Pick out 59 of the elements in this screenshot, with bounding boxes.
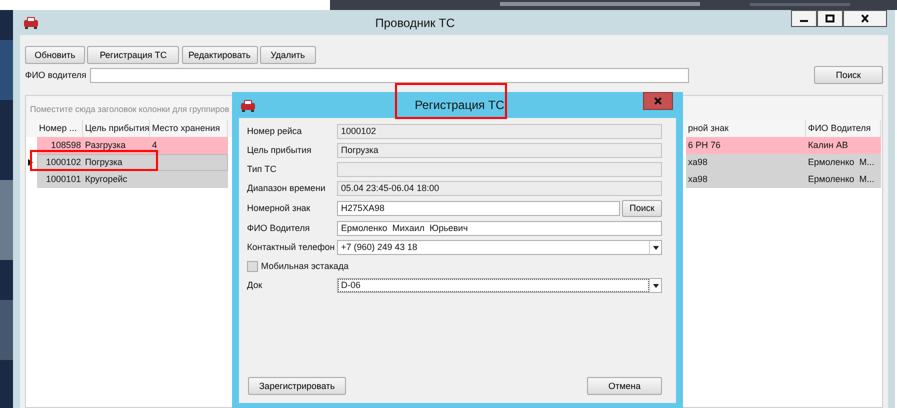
dropdown-field[interactable]: +7 (960) 249 43 18: [337, 240, 662, 255]
toolbar-button[interactable]: Редактировать: [182, 46, 258, 64]
search-button[interactable]: Поиск: [814, 66, 883, 84]
register-button[interactable]: Зарегистрировать: [248, 377, 346, 395]
table-cell-text: Кругорейс: [84, 172, 128, 186]
minimize-button[interactable]: [791, 10, 817, 27]
field-label: Цель прибытия: [247, 144, 312, 157]
toolbar-button[interactable]: Обновить: [25, 46, 85, 64]
table-cell-text: 6 PH 76: [687, 138, 722, 152]
checkbox[interactable]: [247, 261, 258, 272]
field-label: Контактный телефон: [247, 240, 336, 254]
readonly-field: Погрузка: [337, 143, 662, 158]
table-row[interactable]: 6 PH 76 Калин АВ: [686, 137, 881, 154]
maximize-icon: [825, 14, 835, 23]
field-label: Док: [247, 278, 264, 292]
field-label: Номер рейса: [247, 124, 303, 138]
car-icon: [240, 98, 256, 112]
cancel-button[interactable]: Отмена: [587, 377, 662, 395]
table-row[interactable]: 108598 Разгрузка 4: [37, 137, 228, 154]
table-row[interactable]: 1000101 Кругорейс: [37, 171, 228, 188]
table-cell-text: 1000101: [44, 172, 82, 186]
field-label: ФИО Водителя: [247, 222, 311, 235]
table-cell-text: Погрузка: [84, 156, 124, 169]
table-cell-text: Ермоленко М...: [807, 172, 876, 186]
window-title: Проводник ТС: [374, 14, 456, 32]
table-cell-text: Калин АВ: [807, 138, 850, 152]
field-label: Диапазон времени: [247, 182, 326, 195]
table-cell-text: 1000102: [44, 156, 82, 169]
dropdown-field[interactable]: D-06: [337, 278, 662, 293]
toolbar-button[interactable]: Удалить: [260, 46, 316, 64]
checkbox-label: Мобильная эстакада: [261, 260, 349, 273]
input-field[interactable]: H275XA98: [337, 201, 620, 216]
search-button[interactable]: Поиск: [622, 200, 662, 217]
table-cell-text: 108598: [50, 138, 82, 152]
caret-icon: [652, 284, 658, 288]
close-icon: [654, 97, 662, 105]
input-field[interactable]: Ермоленко Михаил Юрьевич: [337, 221, 662, 236]
table-cell-text: 4: [151, 138, 158, 152]
dialog-title: Регистрация ТС: [414, 97, 504, 114]
toolbar-button[interactable]: Регистрация ТС: [87, 46, 180, 64]
table-cell-text: Ермоленко М...: [807, 156, 876, 169]
table-row[interactable]: xa98 Ермоленко М...: [686, 171, 881, 188]
table-cell-text: xa98: [687, 156, 709, 169]
driver-name-field[interactable]: [90, 68, 689, 83]
table-cell-text: xa98: [687, 172, 709, 186]
maximize-button[interactable]: [817, 10, 843, 27]
car-icon: [23, 16, 39, 29]
table-row[interactable]: 1000102 Погрузка: [37, 154, 228, 171]
close-icon: [860, 14, 870, 23]
field-label: ФИО водителя: [25, 68, 86, 82]
readonly-field: 1000102: [337, 124, 662, 139]
caret-icon: [652, 246, 658, 250]
close-button[interactable]: [843, 10, 887, 27]
readonly-field: 05.04 23:45-06.04 18:00: [337, 181, 662, 196]
field-label: Тип ТС: [247, 162, 278, 176]
table-cell-text: Разгрузка: [84, 138, 127, 152]
group-panel-hint: Поместите сюда заголовок колонки для группиров: [30, 104, 230, 114]
table-row[interactable]: xa98 Ермоленко М...: [686, 154, 881, 171]
field-label: Номерной знак: [247, 202, 312, 215]
